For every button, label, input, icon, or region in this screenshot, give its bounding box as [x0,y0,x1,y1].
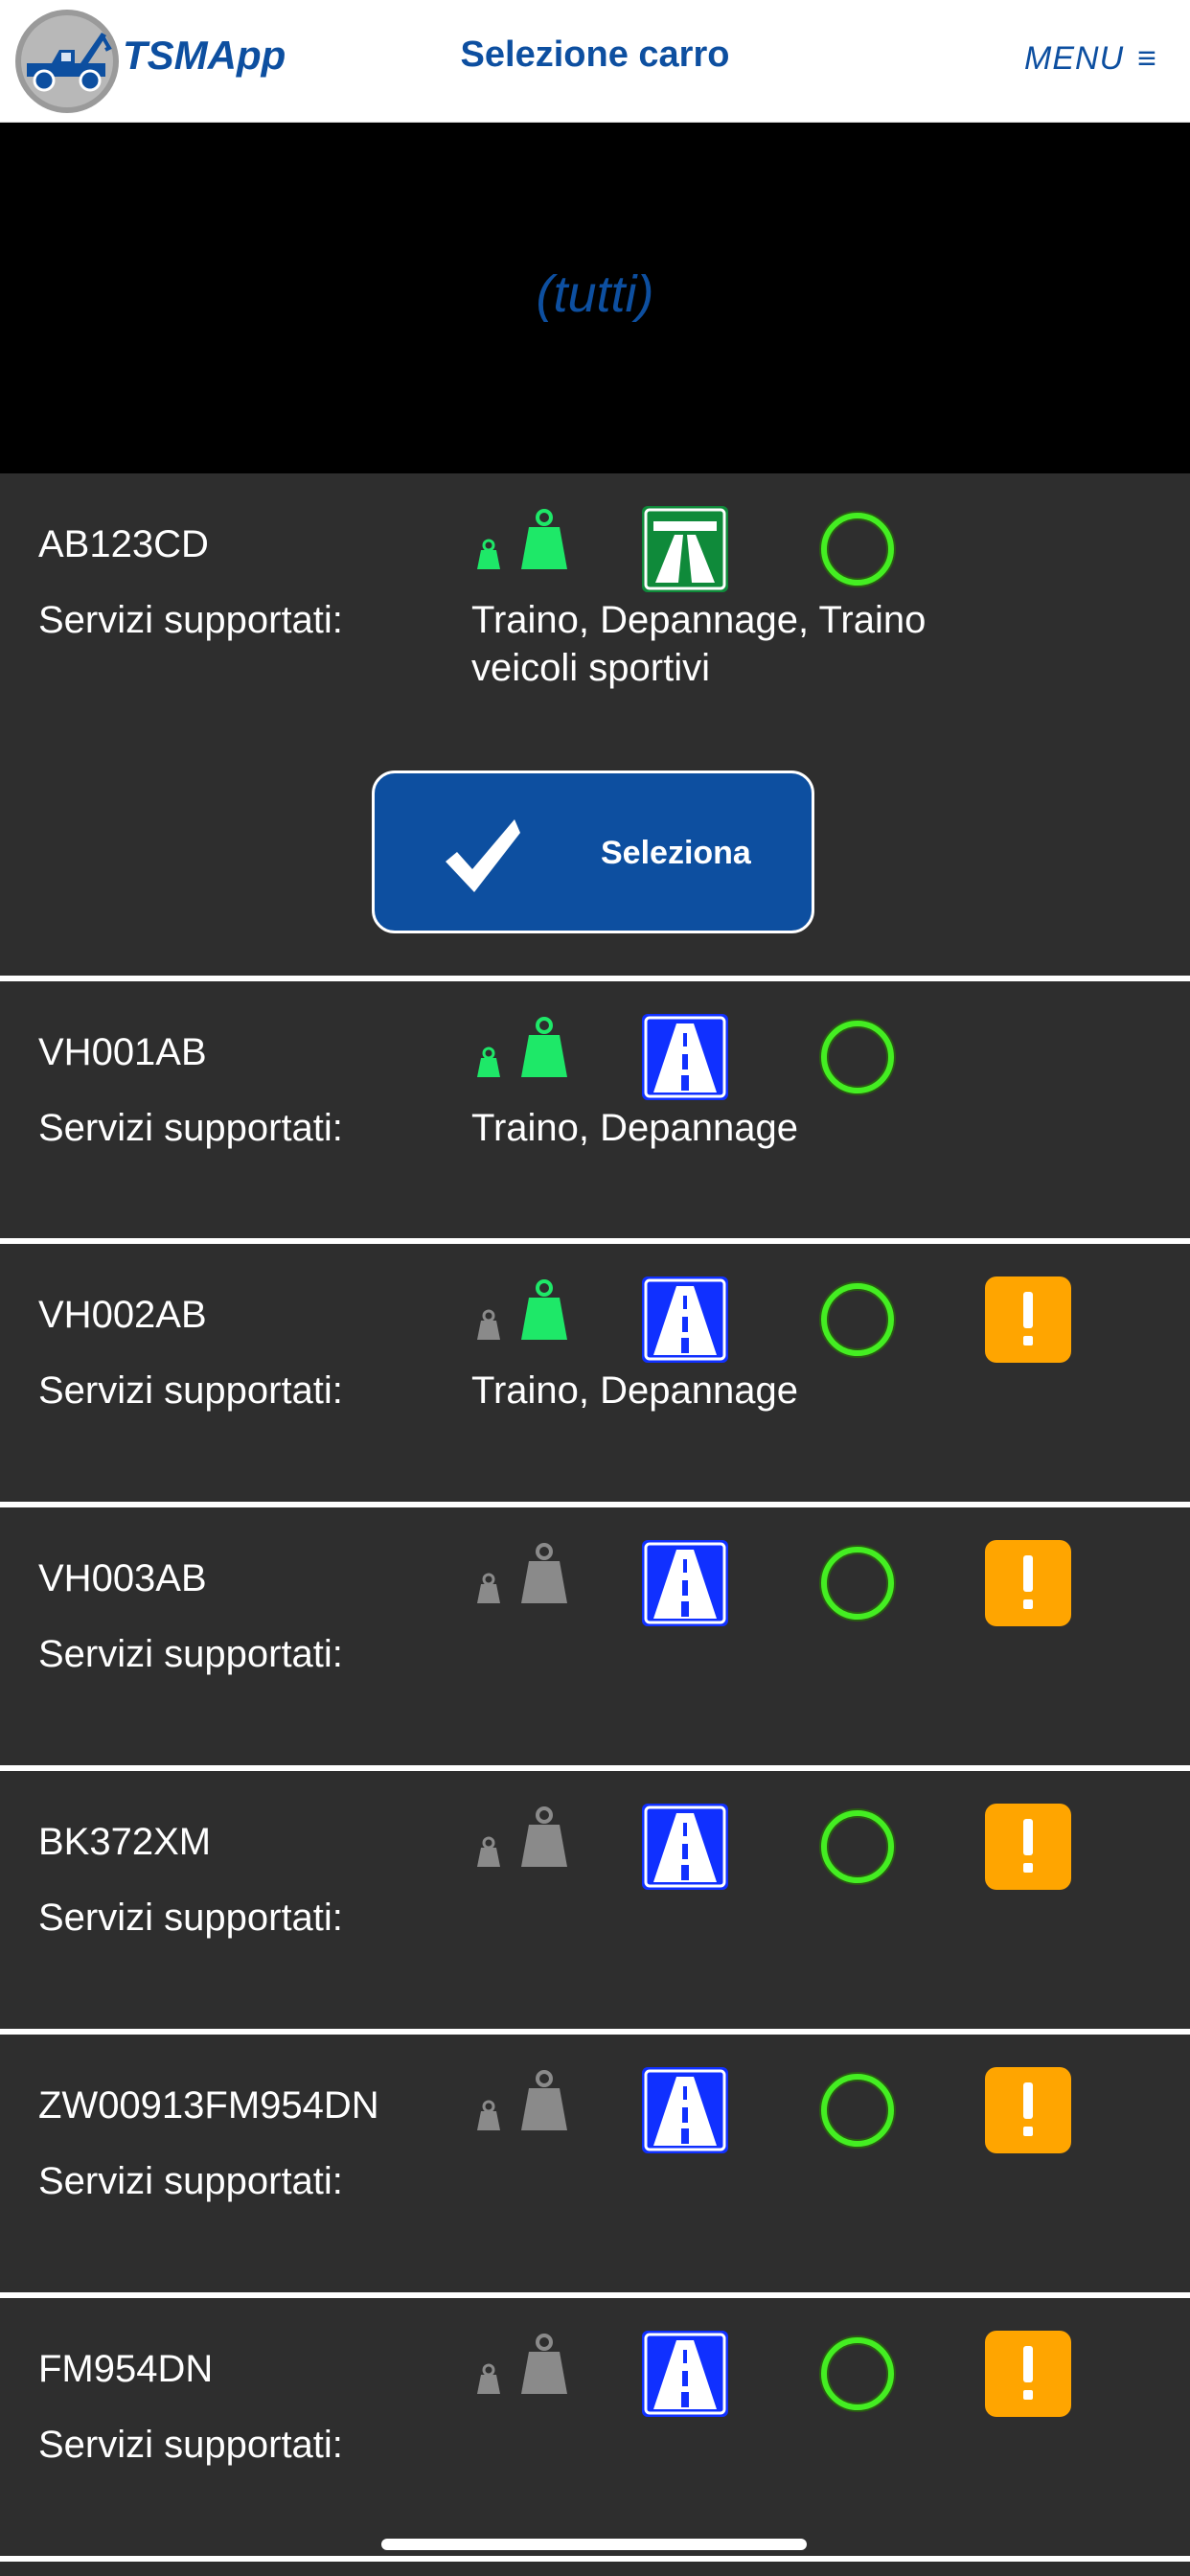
status-ring-icon [819,511,896,587]
heavy-weight-icon [521,2070,567,2130]
services-label: Servizi supportati: [38,1633,343,1675]
truck-plate: ZW00913FM954DN [38,2084,379,2127]
services-value: Traino, Depannage, Traino veicoli sporti… [471,599,927,689]
services-label: Servizi supportati: [38,2160,343,2202]
weight-class-icon [477,1017,567,1077]
status-ring-icon [819,1281,896,1358]
status-ring-icon [819,1808,896,1885]
services-value: Traino, Depannage [471,1107,798,1149]
heavy-weight-icon [521,1806,567,1867]
services-value: Traino, Depannage [471,1369,798,1412]
light-weight-icon [477,2363,500,2394]
truck-plate: VH002AB [38,1294,207,1336]
truck-card[interactable]: VH003AB Servizi supportati: [0,1507,1190,1771]
road-icon [642,1014,728,1100]
light-weight-icon [477,1309,500,1340]
road-icon [642,2331,728,2417]
road-icon [642,2067,728,2153]
warning-icon [985,2331,1071,2417]
status-ring-icon [819,1019,896,1095]
truck-card[interactable]: VH002AB Servizi supportati: Traino, Depa… [0,1244,1190,1507]
services-label: Servizi supportati: [38,1897,343,1939]
road-icon [642,1804,728,1890]
truck-plate: AB123CD [38,523,209,565]
light-weight-icon [477,1836,500,1867]
services-label: Servizi supportati: [38,2424,343,2466]
home-indicator [381,2539,807,2550]
light-weight-icon [477,2100,500,2130]
weight-class-icon [477,509,567,569]
hamburger-icon: ≡ [1137,40,1157,77]
truck-plate: VH001AB [38,1031,207,1073]
services-label: Servizi supportati: [38,1369,343,1412]
heavy-weight-icon [521,1543,567,1603]
select-button-label: Seleziona [601,835,751,871]
truck-card[interactable]: BK372XM Servizi supportati: [0,1771,1190,2035]
services-label: Servizi supportati: [38,1107,343,1149]
weight-class-icon [477,2334,567,2394]
services-label: Servizi supportati: [38,599,343,641]
truck-plate: VH003AB [38,1557,207,1599]
warning-icon [985,1540,1071,1626]
warning-icon [985,1804,1071,1890]
warning-icon [985,2067,1071,2153]
menu-label: MENU [1024,40,1125,77]
weight-class-icon [477,2070,567,2130]
filter-panel[interactable]: (tutti) [0,123,1190,473]
weight-class-icon [477,1806,567,1867]
truck-card[interactable]: ZW00913FM954DN Servizi supportati: [0,2035,1190,2298]
heavy-weight-icon [521,1017,567,1077]
truck-card[interactable]: AB123CD Servizi supportati: Traino, Depa… [0,473,1190,981]
filter-selector[interactable]: (tutti) [0,264,1190,324]
road-icon [642,1276,728,1363]
heavy-weight-icon [521,1279,567,1340]
status-ring-icon [819,1545,896,1622]
status-ring-icon [819,2072,896,2149]
page-title: Selezione carro [460,34,730,75]
highway-icon [642,506,728,592]
weight-class-icon [477,1279,567,1340]
checkmark-icon [446,819,520,892]
truck-card[interactable]: FM954DN Servizi supportati: [0,2298,1190,2562]
road-icon [642,1540,728,1626]
heavy-weight-icon [521,509,567,569]
menu-button[interactable]: MENU ≡ [1024,40,1157,78]
light-weight-icon [477,1573,500,1603]
status-ring-icon [819,2335,896,2412]
weight-class-icon [477,1543,567,1603]
light-weight-icon [477,539,500,569]
app-header: TSMApp Selezione carro MENU ≡ [0,0,1190,123]
truck-card[interactable]: VH001AB Servizi supportati: Traino, Depa… [0,981,1190,1244]
truck-plate: FM954DN [38,2348,214,2390]
warning-icon [985,1276,1071,1363]
light-weight-icon [477,1046,500,1077]
select-button[interactable]: Seleziona [372,770,814,933]
truck-plate: BK372XM [38,1821,212,1863]
heavy-weight-icon [521,2334,567,2394]
